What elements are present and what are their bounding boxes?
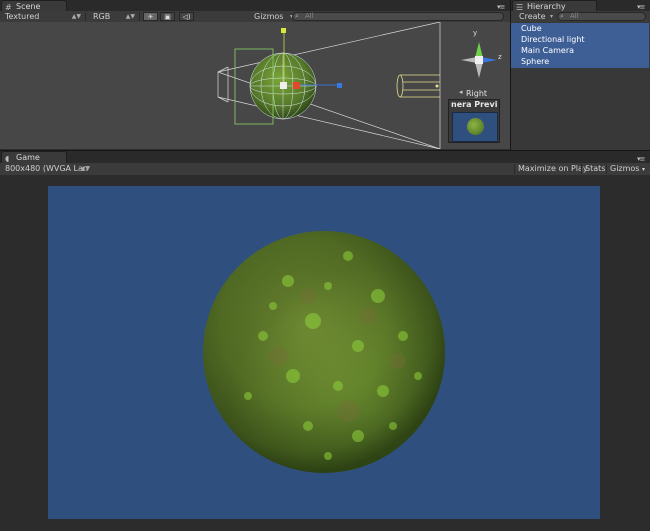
- tab-game[interactable]: ◖ Game: [1, 151, 67, 163]
- gizmo-y-label: y: [473, 29, 478, 37]
- hierarchy-search-placeholder: All: [570, 12, 579, 20]
- hierarchy-search-input[interactable]: ⌕ All: [557, 12, 646, 21]
- panel-menu-icon[interactable]: ▾≡: [497, 3, 505, 11]
- gizmo-z-label: z: [498, 53, 502, 61]
- camera-preview-image: [452, 112, 498, 142]
- game-gizmos-label: Gizmos: [610, 164, 640, 173]
- game-sphere-render: [203, 231, 445, 473]
- gizmo-y-handle: [281, 28, 286, 33]
- gizmo-x-handle: [293, 82, 300, 89]
- view-label-arrow: ◂: [459, 88, 463, 96]
- stats-label: Stats: [585, 164, 606, 173]
- chevron-down-icon: ▲▼: [125, 13, 135, 20]
- gizmo-center: [280, 82, 287, 89]
- tab-hierarchy-label: Hierarchy: [527, 2, 566, 11]
- scene-gizmos-dropdown[interactable]: Gizmos ▾: [251, 12, 295, 21]
- scene-objects: [217, 22, 441, 149]
- scene-lighting-toggle[interactable]: ☀: [143, 12, 158, 21]
- chevron-down-icon: ▲▼: [80, 165, 90, 172]
- scene-viewport[interactable]: y z Right ◂ nera Previ: [0, 22, 510, 149]
- render-mode-dropdown[interactable]: Textured ▲▼: [2, 12, 86, 21]
- scene-fx-toggle[interactable]: ▣: [160, 12, 175, 21]
- game-viewport[interactable]: [48, 186, 600, 519]
- search-icon: ⌕: [295, 12, 299, 20]
- scene-search-placeholder: All: [305, 12, 314, 20]
- tab-game-label: Game: [16, 153, 40, 162]
- gizmo-z-handle: [337, 83, 342, 88]
- view-label: Right: [466, 89, 488, 98]
- scene-search-input[interactable]: ⌕ All: [292, 12, 504, 21]
- scene-gizmos-label: Gizmos: [254, 12, 284, 21]
- color-mode-value: RGB: [93, 12, 111, 21]
- camera-preview: nera Previ: [448, 99, 500, 143]
- maximize-on-play-button[interactable]: Maximize on Play: [514, 164, 591, 174]
- camera-preview-label: nera Previ: [451, 100, 498, 109]
- hierarchy-item-cube[interactable]: Cube: [521, 23, 542, 34]
- image-icon: ▣: [164, 13, 171, 21]
- resolution-dropdown[interactable]: 800x480 (WVGA Lan ▲▼: [2, 164, 92, 174]
- render-mode-value: Textured: [5, 12, 40, 21]
- chevron-down-icon: ▲▼: [71, 13, 81, 20]
- hierarchy-item-sphere[interactable]: Sphere: [521, 56, 549, 67]
- game-tab-bar: [0, 150, 650, 164]
- hierarchy-item-main-camera[interactable]: Main Camera: [521, 45, 574, 56]
- stats-button[interactable]: Stats: [581, 164, 608, 174]
- resolution-value: 800x480 (WVGA Lan: [5, 164, 88, 173]
- directional-light: [396, 74, 440, 98]
- panel-menu-icon[interactable]: ▾≡: [637, 155, 645, 163]
- sun-icon: ☀: [147, 13, 154, 21]
- game-gizmos-dropdown[interactable]: Gizmos ▾: [606, 164, 648, 174]
- hierarchy-create-label: Create: [519, 12, 546, 21]
- maximize-label: Maximize on Play: [518, 164, 588, 173]
- panel-menu-icon[interactable]: ▾≡: [637, 3, 645, 11]
- tab-scene-label: Scene: [16, 2, 41, 11]
- search-icon: ⌕: [560, 12, 564, 20]
- hierarchy-item-directional-light[interactable]: Directional light: [521, 34, 585, 45]
- preview-sphere: [467, 118, 484, 135]
- hierarchy-create-dropdown[interactable]: Create ▾: [516, 12, 556, 21]
- chevron-down-icon: ▾: [642, 166, 646, 173]
- chevron-down-icon: ▾: [549, 13, 553, 20]
- hierarchy-list: Cube Directional light Main Camera Spher…: [511, 22, 650, 150]
- color-mode-dropdown[interactable]: RGB ▲▼: [90, 12, 140, 21]
- scene-audio-toggle[interactable]: ◁): [179, 12, 194, 21]
- audio-icon: ◁): [182, 13, 191, 21]
